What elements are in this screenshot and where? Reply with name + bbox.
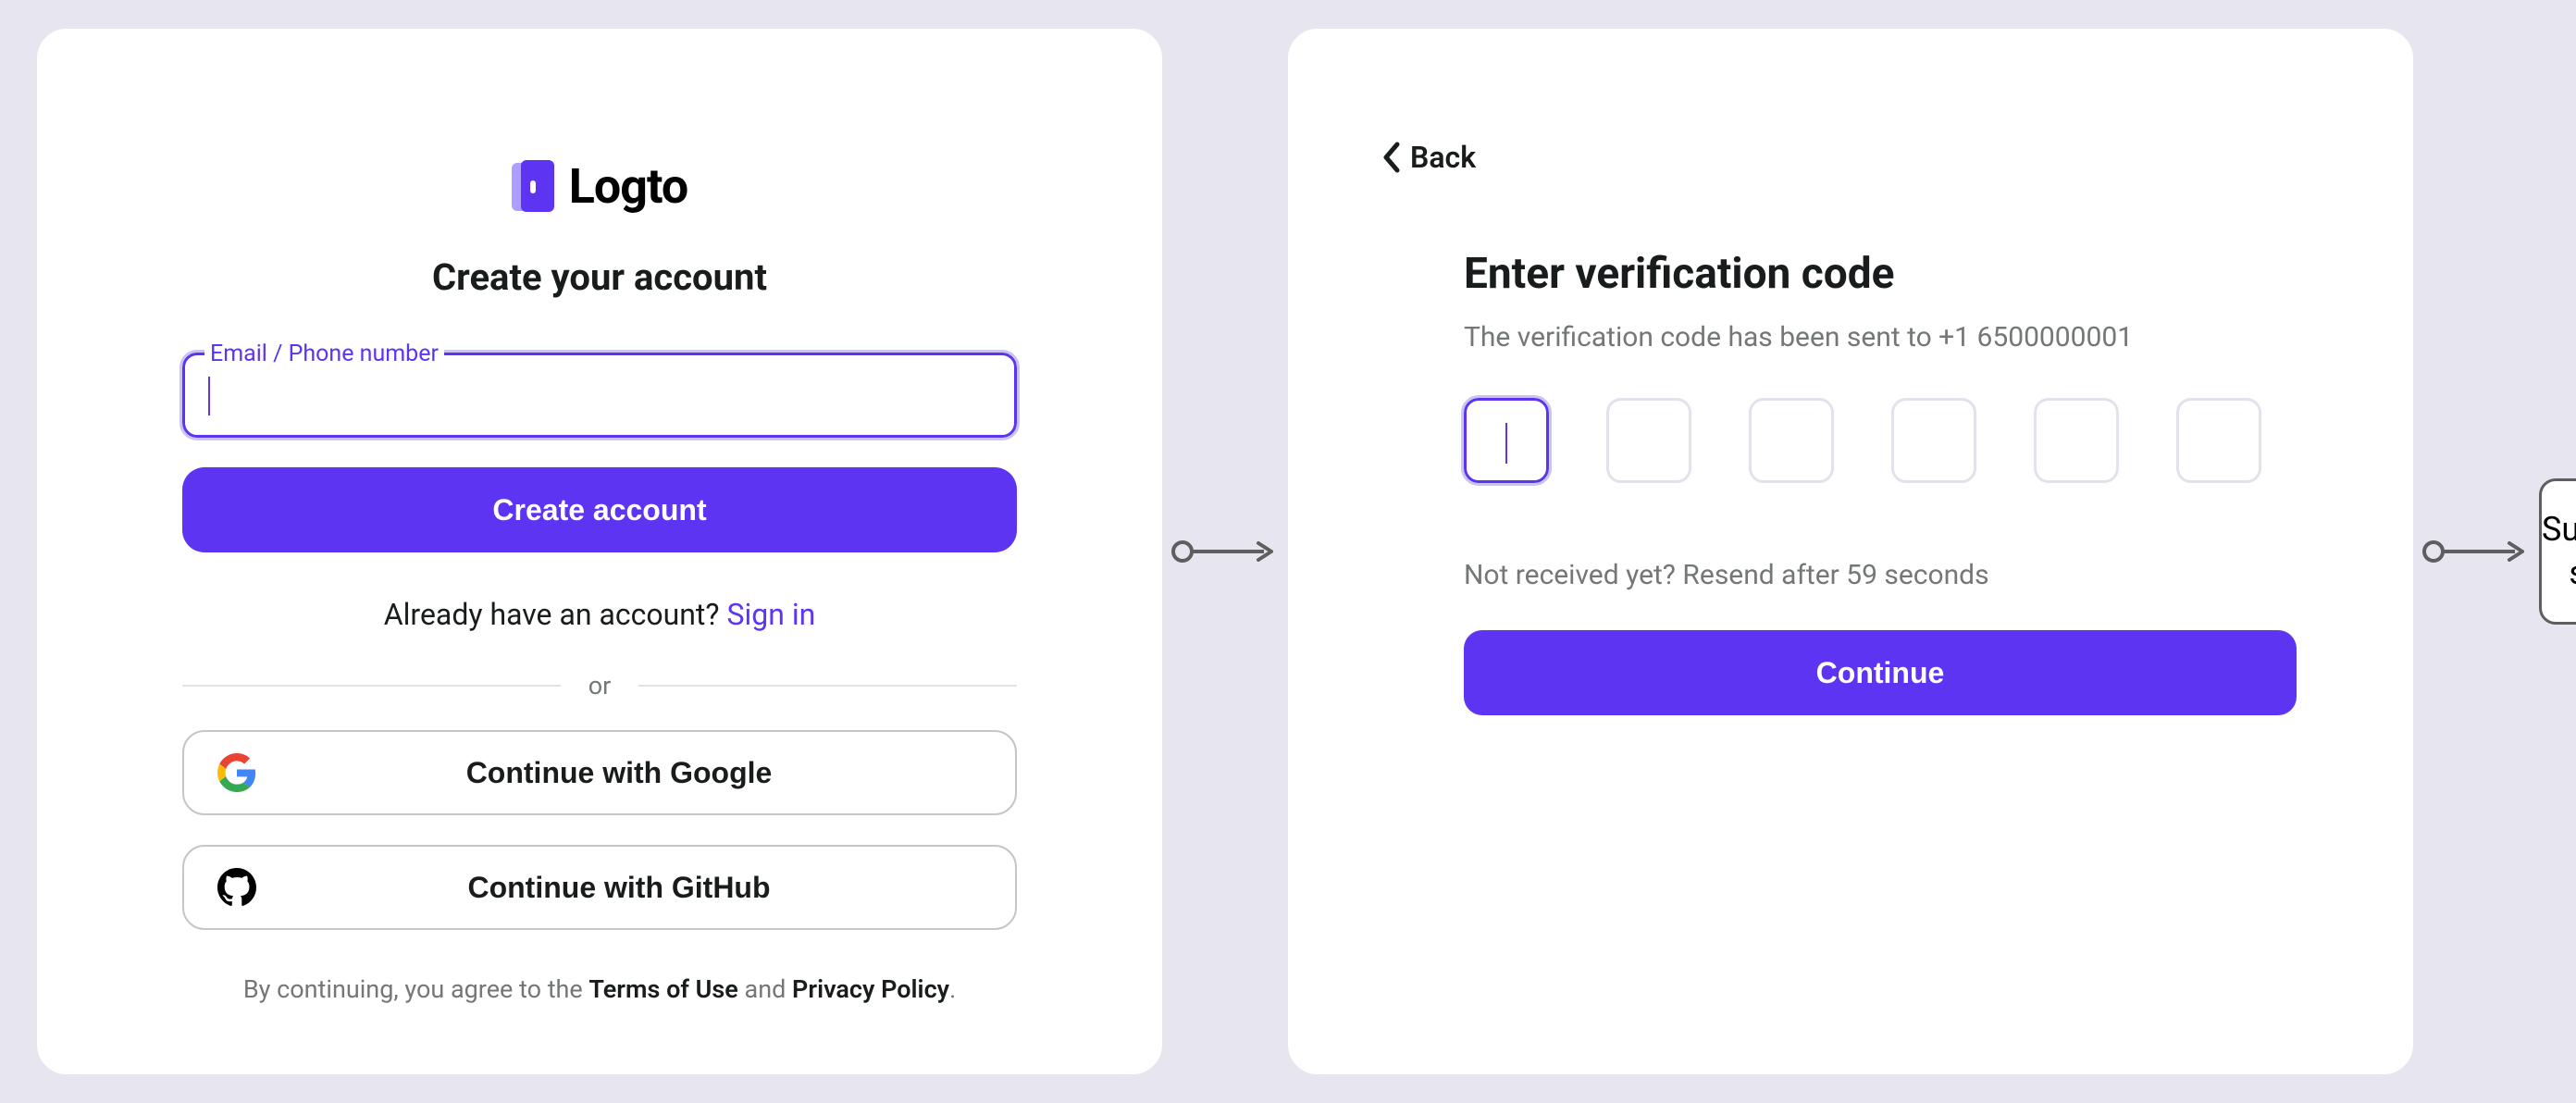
- flow-arrow-1: [1171, 538, 1279, 565]
- divider-label: or: [588, 671, 612, 700]
- verify-card: Back Enter verification code The verific…: [1288, 29, 2413, 1074]
- code-digit-6[interactable]: [2176, 398, 2261, 483]
- code-input-row: [1464, 398, 2297, 483]
- back-button[interactable]: Back: [1381, 140, 2321, 175]
- flow-arrow-2: [2422, 538, 2530, 565]
- verify-title: Enter verification code: [1464, 249, 2297, 299]
- continue-button[interactable]: Continue: [1464, 630, 2297, 715]
- text-caret: [208, 377, 210, 415]
- signup-title: Create your account: [432, 255, 767, 299]
- code-digit-5[interactable]: [2034, 398, 2119, 483]
- signin-prompt-text: Already have an account?: [384, 597, 727, 632]
- github-icon: [217, 868, 256, 907]
- code-digit-3[interactable]: [1749, 398, 1834, 483]
- verify-subtitle: The verification code has been sent to +…: [1464, 321, 2297, 353]
- signin-link[interactable]: Sign in: [726, 597, 815, 632]
- resend-text: Not received yet? Resend after 59 second…: [1464, 559, 2297, 591]
- success-label: Successful sign-up: [2542, 508, 2576, 595]
- identifier-field-label: Email / Phone number: [204, 341, 444, 367]
- signup-card: Logto Create your account Email / Phone …: [37, 29, 1162, 1074]
- code-digit-4[interactable]: [1891, 398, 1976, 483]
- continue-github-button[interactable]: Continue with GitHub: [182, 845, 1017, 930]
- continue-google-button[interactable]: Continue with Google: [182, 730, 1017, 815]
- github-button-label: Continue with GitHub: [256, 871, 982, 905]
- back-label: Back: [1410, 140, 1476, 175]
- brand-logo: Logto: [512, 158, 687, 215]
- signin-prompt-row: Already have an account? Sign in: [384, 597, 816, 632]
- identifier-field-wrap: Email / Phone number: [182, 353, 1017, 438]
- logto-logo-icon: [512, 160, 558, 214]
- google-button-label: Continue with Google: [256, 756, 982, 790]
- code-digit-1[interactable]: [1464, 398, 1549, 483]
- success-box: Successful sign-up: [2539, 478, 2576, 625]
- legal-text: By continuing, you agree to the Terms of…: [243, 974, 956, 1004]
- privacy-link[interactable]: Privacy Policy: [792, 974, 949, 1004]
- chevron-left-icon: [1381, 141, 1403, 174]
- create-account-button[interactable]: Create account: [182, 467, 1017, 552]
- code-digit-2[interactable]: [1606, 398, 1691, 483]
- code-caret: [1505, 423, 1507, 464]
- brand-name: Logto: [569, 158, 687, 215]
- terms-link[interactable]: Terms of Use: [588, 974, 737, 1004]
- social-divider: or: [182, 671, 1017, 700]
- google-icon: [217, 753, 256, 792]
